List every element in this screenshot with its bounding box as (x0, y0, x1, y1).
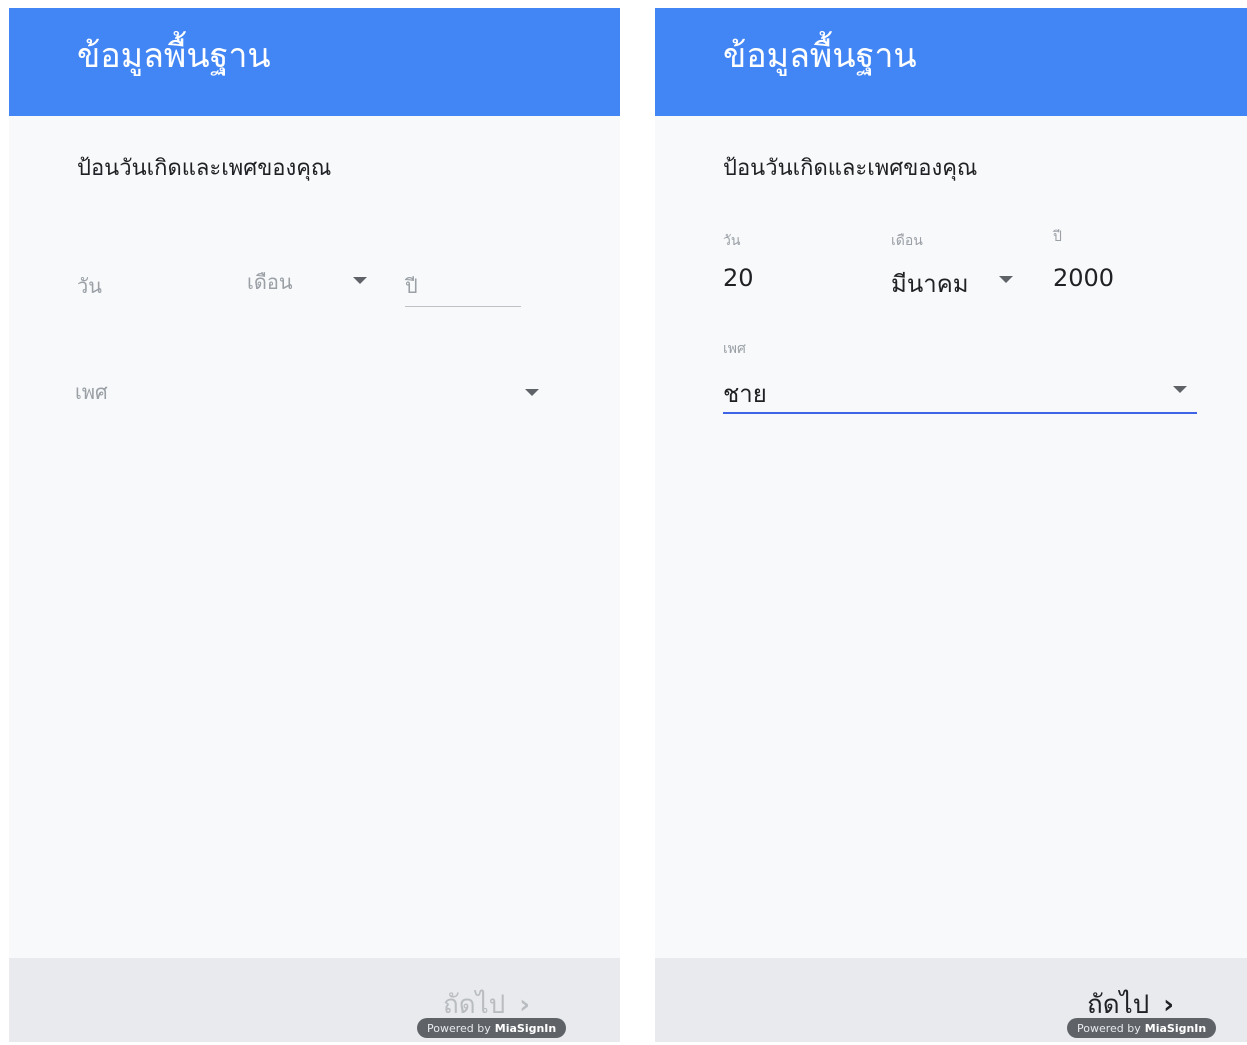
day-label: วัน (77, 274, 102, 298)
bottom-bar: ถัดไป › Powered by MiaSignIn (655, 958, 1247, 1042)
day-label: วัน (723, 233, 741, 249)
month-label: เดือน (891, 233, 923, 249)
powered-by-label: Powered by (1077, 1021, 1141, 1035)
bottom-bar: ถัดไป › Powered by MiaSignIn (9, 958, 620, 1042)
powered-by-badge[interactable]: Powered by MiaSignIn (417, 1018, 567, 1038)
gender-value: ชาย (723, 380, 767, 408)
app-bar-title: ข้อมูลพื้นฐาน (77, 36, 271, 76)
year-underline (405, 306, 521, 307)
year-value: 2000 (1053, 264, 1115, 292)
gender-label: เพศ (75, 380, 108, 404)
month-value: มีนาคม (891, 270, 969, 298)
powered-by-badge[interactable]: Powered by MiaSignIn (1067, 1018, 1217, 1038)
right-screen: ข้อมูลพื้นฐาน ป้อนวันเกิดและเพศของคุณ วั… (655, 8, 1247, 1042)
app-bar-title: ข้อมูลพื้นฐาน (723, 36, 917, 76)
gender-dropdown-arrow-icon (1173, 386, 1187, 393)
app-bar: ข้อมูลพื้นฐาน (9, 8, 620, 116)
month-dropdown-arrow-icon (999, 276, 1013, 283)
day-value: 20 (723, 264, 754, 292)
powered-by-label: Powered by (427, 1021, 491, 1035)
gender-dropdown-arrow-icon (525, 389, 539, 396)
chevron-right-icon: › (519, 989, 530, 1020)
powered-by-brand: MiaSignIn (1144, 1021, 1207, 1035)
month-dropdown-arrow-icon (353, 277, 367, 284)
app-bar: ข้อมูลพื้นฐาน (655, 8, 1247, 116)
gender-label: เพศ (723, 341, 746, 357)
chevron-right-icon: › (1163, 989, 1174, 1020)
left-screen: ข้อมูลพื้นฐาน ป้อนวันเกิดและเพศของคุณ วั… (9, 8, 620, 1042)
month-label: เดือน (247, 270, 293, 294)
form-prompt: ป้อนวันเกิดและเพศของคุณ (77, 156, 332, 181)
year-label: ปี (405, 274, 418, 298)
powered-by-brand: MiaSignIn (494, 1021, 557, 1035)
gender-underline (723, 412, 1197, 414)
year-label: ปี (1053, 229, 1062, 245)
form-prompt: ป้อนวันเกิดและเพศของคุณ (723, 156, 978, 181)
